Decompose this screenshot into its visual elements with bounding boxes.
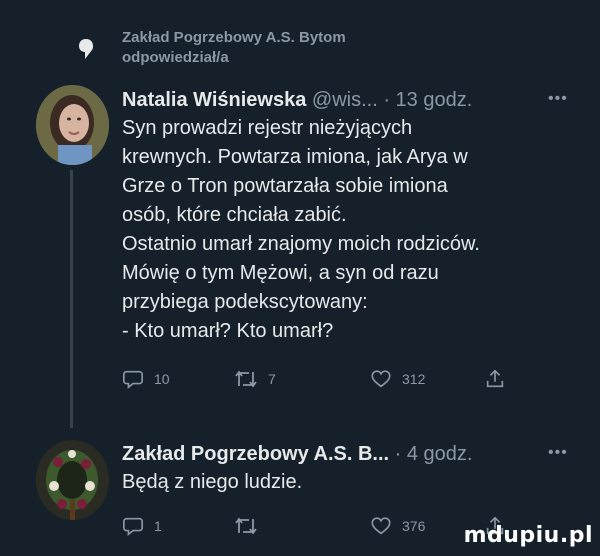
reply-button[interactable]: 1 [122,515,162,537]
reply-button[interactable]: 10 [122,368,170,390]
watermark: mdupiu.pl [463,523,593,548]
retweet-icon [235,370,257,388]
like-count: 376 [402,518,426,534]
avatar[interactable] [36,85,109,165]
avatar[interactable] [36,440,109,520]
tweet-line: przybiega podekscytowany: [122,291,368,313]
user-photo-icon [36,85,109,165]
author-name[interactable]: Zakład Pogrzebowy A.S. B... [122,443,389,465]
heart-icon [371,517,391,535]
retweet-count: 7 [268,371,276,387]
share-icon [486,369,504,388]
reply-count: 10 [154,371,170,387]
tweet-line: - Kto umarł? Kto umarł? [122,320,334,342]
tweet-text: Będą z niego ludzie. [122,468,302,497]
like-count: 312 [402,371,426,387]
tweet-line: Syn prowadzi rejestr nieżyjących [122,117,413,139]
heart-icon [371,370,391,388]
tweet-header: Natalia Wiśniewska @wis... · 13 godz. [122,87,472,113]
more-options-icon[interactable]: ••• [548,90,568,108]
tweet-text: Syn prowadzi rejestr nieżyjących krewnyc… [122,114,480,346]
tweet-line: Ostatnio umarł znajomy moich rodziców. [122,233,480,255]
tweet-header: Zakład Pogrzebowy A.S. B... · 4 godz. [122,441,472,467]
timestamp[interactable]: · 4 godz. [395,443,473,465]
reply-icon [123,517,143,536]
retweet-icon [235,517,257,535]
tweet-line: Mówię o tym Mężowi, a syn od razu [122,262,439,284]
comment-bubble-icon [79,39,93,59]
tweet-line: osób, które chciała zabić. [122,204,347,226]
more-options-icon[interactable]: ••• [548,444,568,462]
reply-context: Zakład Pogrzebowy A.S. Bytom odpowiedzia… [122,28,346,68]
share-button[interactable] [484,368,506,390]
thread-line [70,170,73,428]
like-button[interactable]: 312 [370,368,425,390]
timestamp[interactable]: · 13 godz. [383,89,472,111]
tweet-line: Grze o Tron powtarzała sobie imiona [122,175,448,197]
reply-icon [123,370,143,389]
like-button[interactable]: 376 [370,515,425,537]
flower-wreath-icon [36,440,109,520]
retweet-button[interactable] [234,515,268,537]
tweet-line: krewnych. Powtarza imiona, jak Arya w [122,146,468,168]
author-name[interactable]: Natalia Wiśniewska [122,89,306,111]
retweet-button[interactable]: 7 [234,368,276,390]
context-account[interactable]: Zakład Pogrzebowy A.S. Bytom [122,28,346,48]
tweet-line: Będą z niego ludzie. [122,471,303,493]
reply-count: 1 [154,518,162,534]
author-handle[interactable]: @wis... [312,89,378,111]
context-action: odpowiedział/a [122,49,229,66]
tweet-actions: 1 376 [122,515,522,541]
tweet-actions: 10 7 312 [122,368,522,394]
